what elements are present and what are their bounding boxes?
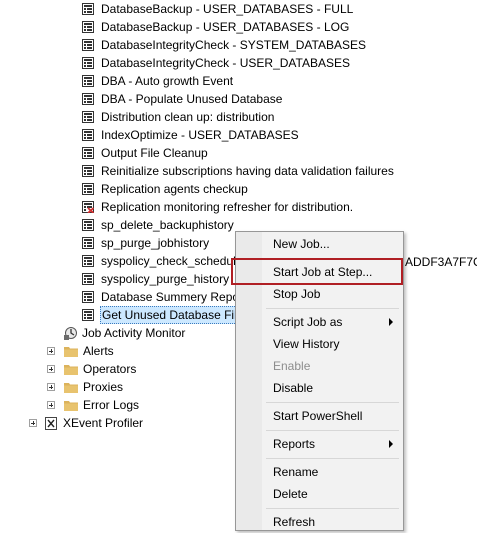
job-label: sp_purge_jobhistory [101, 236, 210, 250]
menu-item-label: View History [273, 337, 340, 351]
xevent-profiler-label: XEvent Profiler [63, 416, 144, 430]
job-label: Distribution clean up: distribution [101, 110, 275, 124]
folder-label: Error Logs [83, 398, 140, 412]
folder-icon [64, 365, 78, 375]
job-label: Database Summery Repor [101, 290, 244, 304]
menu-item-label: Enable [273, 359, 311, 373]
job-label: Replication monitoring refresher for dis… [101, 200, 354, 214]
folder-label: Operators [83, 362, 137, 376]
menu-item-label: Start PowerShell [273, 409, 363, 423]
submenu-arrow-icon [389, 318, 393, 326]
job-failed-icon [82, 201, 94, 213]
expand-icon[interactable] [47, 365, 55, 373]
xevent-profiler-icon [45, 417, 57, 430]
menu-separator [266, 402, 399, 403]
job-icon [82, 183, 94, 195]
job-label: DBA - Auto growth Event [101, 74, 234, 88]
job-label: Output File Cleanup [101, 146, 208, 160]
truncated-job-suffix: ADDF3A7F7C [405, 255, 477, 269]
folder-icon [64, 383, 78, 393]
menu-item-label: Rename [273, 465, 319, 479]
menu-item-stop-job[interactable]: Stop Job [238, 283, 401, 305]
menu-item-disable[interactable]: Disable [238, 377, 401, 399]
job-icon [82, 237, 94, 249]
menu-separator [266, 308, 399, 309]
menu-item-start-powershell[interactable]: Start PowerShell [238, 405, 401, 427]
job-label: IndexOptimize - USER_DATABASES [101, 128, 299, 142]
annotation-highlight-box [231, 258, 403, 285]
job-icon [82, 75, 94, 87]
job-icon [82, 21, 94, 33]
job-label: Reinitialize subscriptions having data v… [101, 164, 394, 178]
menu-item-refresh[interactable]: Refresh [238, 511, 401, 533]
job-icon [82, 147, 94, 159]
menu-item-label: Reports [273, 437, 316, 451]
job-label: DatabaseIntegrityCheck - SYSTEM_DATABASE… [101, 38, 366, 52]
job-icon [82, 309, 94, 321]
menu-item-label: Script Job as [273, 315, 343, 329]
expand-icon[interactable] [47, 347, 55, 355]
expand-icon[interactable] [47, 383, 55, 391]
job-icon [82, 291, 94, 303]
menu-item-label: New Job... [273, 237, 330, 251]
menu-item-label: Stop Job [273, 287, 321, 301]
job-label: syspolicy_purge_history [101, 272, 230, 286]
job-label: Replication agents checkup [101, 182, 248, 196]
job-icon [82, 129, 94, 141]
folder-label: Proxies [83, 380, 124, 394]
menu-item-label: Refresh [273, 515, 316, 529]
expand-icon[interactable] [29, 419, 37, 427]
job-activity-monitor-label: Job Activity Monitor [82, 326, 186, 340]
menu-separator [266, 458, 399, 459]
folder-icon [64, 401, 78, 411]
menu-item-label: Delete [273, 487, 308, 501]
job-label: DBA - Populate Unused Database [101, 92, 283, 106]
job-icon [82, 93, 94, 105]
menu-item-label: Disable [273, 381, 314, 395]
menu-separator [266, 508, 399, 509]
job-activity-monitor-icon [64, 327, 77, 340]
submenu-arrow-icon [389, 440, 393, 448]
job-label: sp_delete_backuphistory [101, 218, 234, 232]
job-icon [82, 57, 94, 69]
job-icon [82, 255, 94, 267]
job-icon [82, 219, 94, 231]
job-label: syspolicy_check_schedul [101, 254, 236, 268]
job-icon [82, 273, 94, 285]
job-label: DatabaseBackup - USER_DATABASES - LOG [101, 20, 350, 34]
job-label: Get Unused Database File [100, 306, 246, 324]
folder-icon [64, 347, 78, 357]
menu-item-delete[interactable]: Delete [238, 483, 401, 505]
job-label: DatabaseIntegrityCheck - USER_DATABASES [101, 56, 350, 70]
job-label: DatabaseBackup - USER_DATABASES - FULL [101, 2, 354, 16]
menu-item-view-history[interactable]: View History [238, 333, 401, 355]
job-icon [82, 39, 94, 51]
menu-item-reports[interactable]: Reports [238, 433, 401, 455]
menu-item-enable: Enable [238, 355, 401, 377]
job-icon [82, 165, 94, 177]
menu-item-rename[interactable]: Rename [238, 461, 401, 483]
job-icon [82, 3, 94, 15]
menu-item-script-job-as[interactable]: Script Job as [238, 311, 401, 333]
menu-separator [266, 430, 399, 431]
job-icon [82, 111, 94, 123]
folder-label: Alerts [83, 344, 114, 358]
expand-icon[interactable] [47, 401, 55, 409]
menu-item-new-job[interactable]: New Job... [238, 233, 401, 255]
